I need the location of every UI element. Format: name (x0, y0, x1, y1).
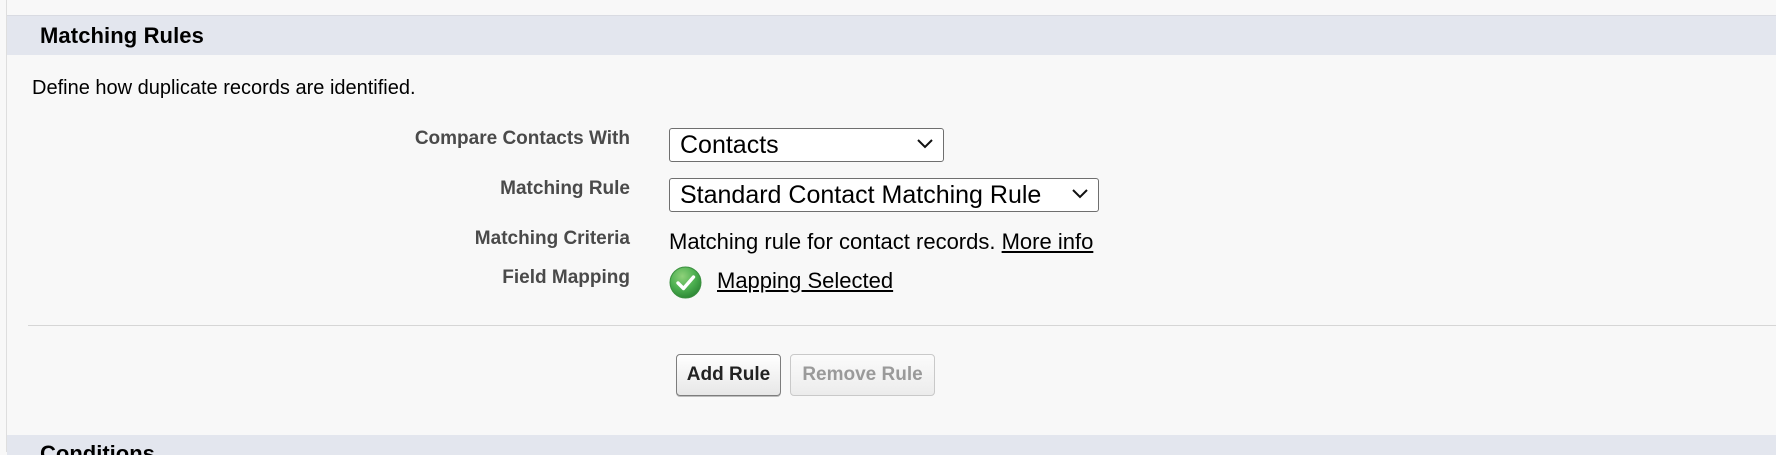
matching-rule-value: Standard Contact Matching Rule (680, 181, 1042, 209)
matching-criteria-label: Matching Criteria (474, 228, 630, 249)
check-circle-icon (669, 266, 702, 299)
compare-contacts-select[interactable]: Contacts (669, 128, 944, 162)
form-divider (28, 325, 1776, 326)
compare-contacts-row: Compare Contacts With Contacts (0, 128, 1776, 164)
add-rule-button[interactable]: Add Rule (676, 354, 781, 396)
field-mapping-label: Field Mapping (502, 267, 630, 288)
mapping-selected-link[interactable]: Mapping Selected (717, 269, 893, 293)
conditions-title: Conditions (40, 441, 155, 455)
conditions-header: Conditions (7, 435, 1776, 455)
compare-contacts-label: Compare Contacts With (414, 128, 630, 149)
section-title: Matching Rules (40, 23, 204, 48)
matching-rules-header: Matching Rules (7, 16, 1776, 55)
matching-rule-label: Matching Rule (500, 178, 630, 199)
chevron-down-icon (1072, 189, 1088, 199)
chevron-down-icon (917, 139, 933, 149)
matching-rule-row: Matching Rule Standard Contact Matching … (0, 178, 1776, 214)
remove-rule-button[interactable]: Remove Rule (790, 354, 935, 396)
matching-rule-select[interactable]: Standard Contact Matching Rule (669, 178, 1099, 212)
matching-criteria-value: Matching rule for contact records. More … (669, 230, 1093, 254)
matching-criteria-text: Matching rule for contact records. (669, 229, 996, 254)
page-left-border (6, 0, 7, 452)
section-description: Define how duplicate records are identif… (32, 77, 416, 99)
compare-contacts-value: Contacts (680, 131, 779, 159)
more-info-link[interactable]: More info (1002, 229, 1094, 254)
